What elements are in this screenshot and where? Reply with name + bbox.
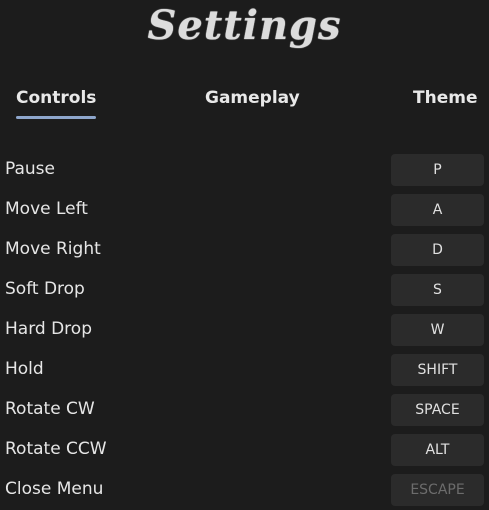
- tab-theme[interactable]: Theme: [413, 88, 477, 108]
- control-row-move-right: Move Right D: [0, 230, 489, 270]
- keybind-button-pause[interactable]: P: [391, 154, 484, 186]
- keybind-button-close-menu: ESCAPE: [391, 474, 484, 506]
- control-row-soft-drop: Soft Drop S: [0, 270, 489, 310]
- control-label: Move Right: [5, 239, 101, 259]
- keybind-button-move-left[interactable]: A: [391, 194, 484, 226]
- keybind-button-move-right[interactable]: D: [391, 234, 484, 266]
- control-row-move-left: Move Left A: [0, 190, 489, 230]
- keybind-button-hard-drop[interactable]: W: [391, 314, 484, 346]
- control-label: Hold: [5, 359, 44, 379]
- settings-title: Settings: [147, 2, 342, 49]
- keybind-button-hold[interactable]: SHIFT: [391, 354, 484, 386]
- control-label: Close Menu: [5, 479, 104, 499]
- control-label: Soft Drop: [5, 279, 85, 299]
- controls-list: Pause P Move Left A Move Right D Soft Dr…: [0, 150, 489, 510]
- control-label: Rotate CW: [5, 399, 95, 419]
- keybind-button-rotate-ccw[interactable]: ALT: [391, 434, 484, 466]
- control-row-rotate-cw: Rotate CW SPACE: [0, 390, 489, 430]
- control-label: Rotate CCW: [5, 439, 107, 459]
- keybind-button-rotate-cw[interactable]: SPACE: [391, 394, 484, 426]
- control-label: Pause: [5, 159, 55, 179]
- control-label: Hard Drop: [5, 319, 92, 339]
- control-row-hold: Hold SHIFT: [0, 350, 489, 390]
- control-row-hard-drop: Hard Drop W: [0, 310, 489, 350]
- control-row-close-menu: Close Menu ESCAPE: [0, 470, 489, 510]
- control-row-rotate-ccw: Rotate CCW ALT: [0, 430, 489, 470]
- control-label: Move Left: [5, 199, 88, 219]
- settings-tabs: Controls Gameplay Theme: [0, 88, 489, 122]
- control-row-pause: Pause P: [0, 150, 489, 190]
- keybind-button-soft-drop[interactable]: S: [391, 274, 484, 306]
- tab-gameplay[interactable]: Gameplay: [205, 88, 300, 108]
- tab-controls[interactable]: Controls: [16, 88, 97, 119]
